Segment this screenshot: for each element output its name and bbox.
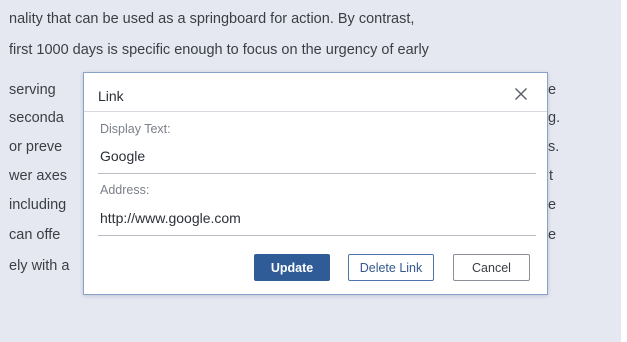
document-line-text: first 1000 days is specific enough to fo… <box>9 42 429 58</box>
document-line-text: ely with a <box>9 258 70 274</box>
cancel-button[interactable]: Cancel <box>453 254 530 281</box>
dialog-header-divider <box>84 111 547 112</box>
document-line-tail: g. <box>548 110 561 126</box>
document-line-text: wer axes <box>9 168 68 184</box>
dialog-title: Link <box>98 88 124 104</box>
close-icon[interactable] <box>513 86 529 102</box>
document-line-tail: t <box>549 168 554 184</box>
document-line: first 1000 days is specific enough to fo… <box>9 40 569 60</box>
display-text-input[interactable] <box>98 145 542 167</box>
document-line-text: seconda <box>9 110 64 126</box>
document-line-tail: e <box>548 82 557 98</box>
update-button[interactable]: Update <box>254 254 330 281</box>
display-text-label: Display Text: <box>100 122 171 136</box>
document-line-tail: e <box>548 197 557 213</box>
address-input[interactable] <box>98 207 542 229</box>
display-text-underline <box>98 173 536 174</box>
document-line: nality that can be used as a springboard… <box>9 9 569 29</box>
address-label: Address: <box>100 183 150 197</box>
document-line-text: can offe <box>9 227 61 243</box>
document-page-edge <box>621 0 627 342</box>
document-line-text: or preve <box>9 139 63 155</box>
delete-link-button[interactable]: Delete Link <box>348 254 434 281</box>
document-line-tail: s. <box>548 139 560 155</box>
link-dialog: Link Display Text: Address: Update Delet… <box>83 72 548 295</box>
document-line-text: serving <box>9 82 56 98</box>
address-underline <box>98 235 536 236</box>
document-line-tail: e <box>548 227 557 243</box>
document-line-text: including <box>9 197 67 213</box>
document-line-text: nality that can be used as a springboard… <box>9 11 415 27</box>
